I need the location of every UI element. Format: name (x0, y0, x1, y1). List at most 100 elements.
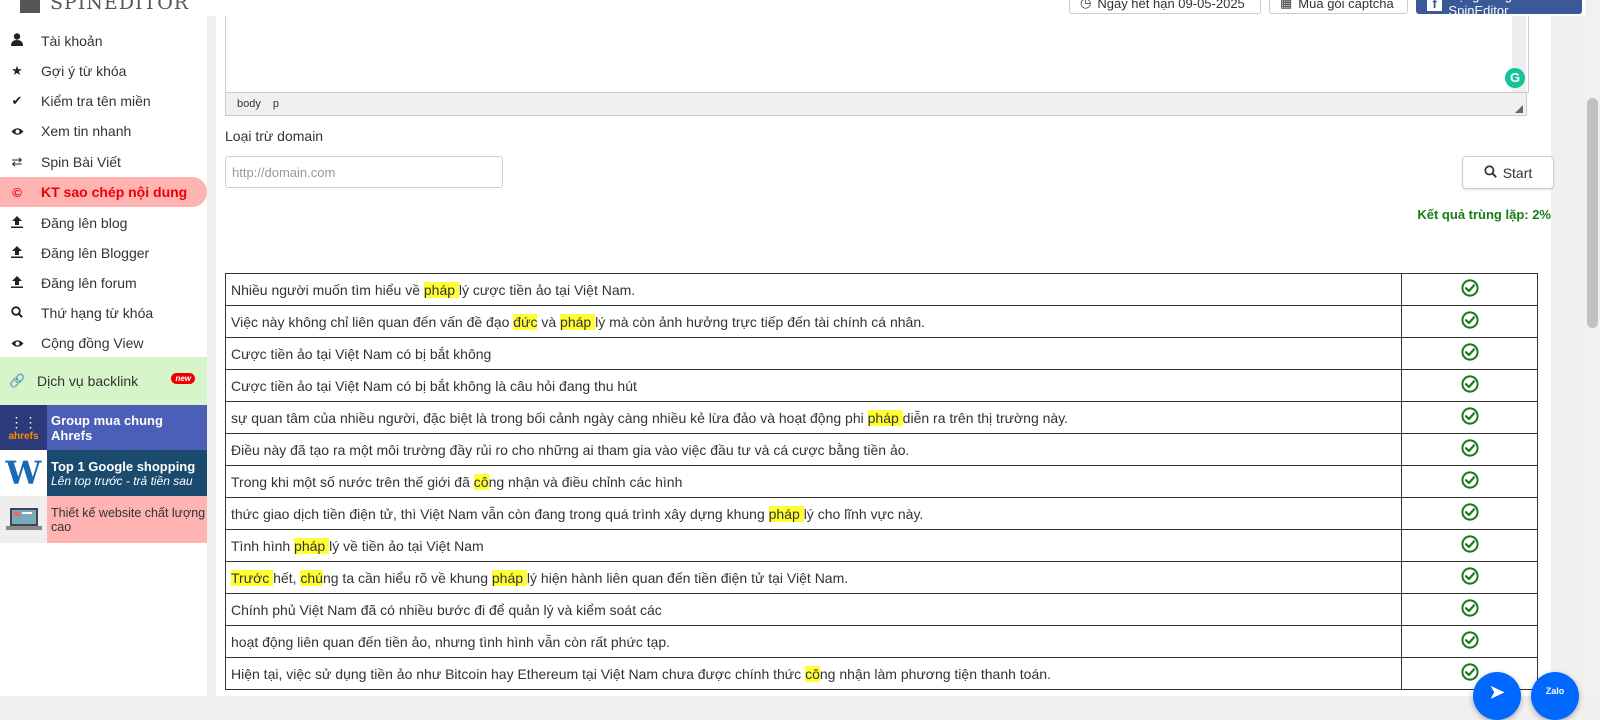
upload-icon (9, 215, 25, 231)
sidebar-item-post-forum[interactable]: Đăng lên forum (0, 268, 207, 298)
check-circle-icon (1460, 567, 1479, 588)
sidebar-item-account[interactable]: Tài khoản (0, 26, 207, 56)
status-tag-body[interactable]: body (237, 98, 261, 110)
check-circle-icon (1460, 663, 1479, 684)
grammarly-icon[interactable]: G (1505, 68, 1525, 88)
sentence-cell: Trước hết, chúng ta cần hiểu rõ về khung… (225, 561, 1402, 594)
eye-icon (9, 124, 25, 139)
expiry-button[interactable]: ◷ Ngày hết hạn 09-05-2025 (1069, 0, 1261, 14)
promo-website-design[interactable]: Thiết kế website chất lượng cao (0, 496, 207, 543)
expiry-label: Ngày hết hạn 09-05-2025 (1097, 0, 1245, 11)
sentence-text: Chính phủ Việt Nam đã có nhiều bước đi đ… (231, 601, 662, 618)
status-cell (1401, 337, 1538, 370)
status-cell (1401, 497, 1538, 530)
qr-icon: ▦ (1280, 0, 1293, 10)
editor-statusbar: body p (225, 92, 1527, 116)
check-circle-icon (1460, 343, 1479, 364)
highlighted-phrase: Trước (231, 569, 274, 586)
sidebar: Tài khoản ★ Gợi ý từ khóa ✔ Kiểm tra tên… (0, 16, 207, 696)
table-row: Trước hết, chúng ta cần hiểu rõ về khung… (225, 561, 1538, 594)
promo-ahrefs[interactable]: ⋮⋮ ahrefs Group mua chung Ahrefs (0, 405, 207, 450)
facebook-icon: f (1427, 0, 1443, 11)
highlighted-phrase: cô (473, 473, 489, 490)
sidebar-item-label: Đăng lên Blogger (41, 245, 150, 261)
sidebar-item-copy-check[interactable]: © KT sao chép nội dung (0, 177, 207, 207)
status-tag-p[interactable]: p (273, 98, 279, 110)
community-button[interactable]: f Cộng đồng SpinEditor (1416, 0, 1582, 18)
status-cell (1401, 401, 1538, 434)
search-icon (9, 305, 25, 321)
page-scrollbar-thumb[interactable] (1587, 98, 1598, 328)
sidebar-item-keyword-rank[interactable]: Thứ hạng từ khóa (0, 298, 207, 328)
resize-handle-icon[interactable] (1515, 105, 1523, 113)
upload-icon (9, 245, 25, 261)
domain-input[interactable] (225, 156, 503, 188)
check-circle-icon (1460, 535, 1479, 556)
sentence-text: hoạt động liên quan đến tiền ảo, nhưng t… (231, 633, 671, 650)
highlighted-phrase: chú (300, 569, 323, 586)
table-row: Hiện tại, việc sử dụng tiền ảo như Bitco… (225, 657, 1538, 690)
sidebar-item-label: Tài khoản (41, 33, 103, 49)
table-row: Trong khi một số nước trên thế giới đã c… (225, 465, 1538, 498)
promo-google-shopping[interactable]: W Top 1 Google shopping Lên top trước - … (0, 450, 207, 496)
sentence-cell: Tình hình pháp lý về tiền ảo tại Việt Na… (225, 529, 1402, 562)
sentence-text: Hiện tại, việc sử dụng tiền ảo như Bitco… (231, 665, 806, 682)
zalo-button[interactable]: Zalo (1531, 672, 1579, 720)
status-cell (1401, 273, 1538, 306)
start-button[interactable]: Start (1462, 156, 1554, 189)
sentence-cell: Nhiều người muốn tìm hiểu về pháp lý cượ… (225, 273, 1402, 306)
sidebar-item-backlink[interactable]: 🔗 Dịch vụ backlink new (0, 357, 207, 405)
sentence-cell: Điều này đã tạo ra một môi trường đầy rủ… (225, 433, 1402, 466)
sidebar-item-label: KT sao chép nội dung (41, 184, 188, 200)
captcha-button[interactable]: ▦ Mua gói captcha (1269, 0, 1408, 14)
promo-label: Thiết kế website chất lượng cao (51, 505, 206, 534)
sentence-text: Nhiều người muốn tìm hiểu về (231, 281, 424, 298)
sidebar-item-label: Dịch vụ backlink (37, 373, 139, 389)
sidebar-item-keyword-suggest[interactable]: ★ Gợi ý từ khóa (0, 56, 207, 86)
status-cell (1401, 625, 1538, 658)
table-row: hoạt động liên quan đến tiền ảo, nhưng t… (225, 625, 1538, 658)
highlighted-phrase: pháp (423, 281, 459, 298)
table-row: Điều này đã tạo ra một môi trường đầy rủ… (225, 433, 1538, 466)
check-circle-icon (1460, 503, 1479, 524)
sentence-text: Cược tiền ảo tại Việt Nam có bị bắt khôn… (231, 345, 492, 362)
highlighted-phrase: pháp (491, 569, 527, 586)
sidebar-item-post-blogger[interactable]: Đăng lên Blogger (0, 238, 207, 268)
sidebar-item-label: Đăng lên blog (41, 215, 128, 231)
promo-sublabel: Lên top trước - trả tiền sau (51, 473, 193, 488)
sidebar-item-spin[interactable]: ⇄ Spin Bài Viết (0, 147, 207, 177)
sidebar-item-label: Thứ hạng từ khóa (41, 305, 154, 321)
sidebar-item-quick-news[interactable]: Xem tin nhanh (0, 116, 207, 146)
check-circle-icon (1460, 631, 1479, 652)
sidebar-item-community-view[interactable]: Cộng đồng View (0, 328, 207, 358)
results-table: Nhiều người muốn tìm hiểu về pháp lý cượ… (225, 273, 1538, 690)
shuffle-icon: ⇄ (11, 154, 23, 169)
status-cell (1401, 561, 1538, 594)
sentence-text: Cược tiền ảo tại Việt Nam có bị bắt khôn… (231, 377, 637, 394)
check-circle-icon (1460, 279, 1479, 300)
table-row: thức giao dịch tiền điện tử, thì Việt Na… (225, 497, 1538, 530)
status-cell (1401, 465, 1538, 498)
sentence-cell: sự quan tâm của nhiều người, đặc biệt là… (225, 401, 1402, 434)
check-circle-icon (1460, 407, 1479, 428)
highlighted-phrase: pháp (768, 505, 804, 522)
sentence-text: lý về tiền ảo tại Việt Nam (329, 537, 484, 554)
messenger-button[interactable]: ➤ (1473, 672, 1521, 720)
content-editor[interactable]: G (225, 16, 1529, 93)
highlighted-phrase: pháp (294, 537, 330, 554)
table-row: Cược tiền ảo tại Việt Nam có bị bắt khôn… (225, 369, 1538, 402)
sidebar-item-label: Xem tin nhanh (41, 123, 132, 139)
logo[interactable]: SPINEDITOR (20, 0, 189, 14)
sentence-text: ng nhận làm phương tiện thanh toán. (819, 665, 1051, 682)
sentence-cell: Cược tiền ảo tại Việt Nam có bị bắt khôn… (225, 369, 1402, 402)
star-icon: ★ (11, 63, 23, 78)
sentence-cell: Trong khi một số nước trên thế giới đã c… (225, 465, 1402, 498)
sidebar-item-label: Spin Bài Viết (41, 154, 121, 170)
copyright-icon: © (12, 184, 22, 200)
sidebar-item-post-blog[interactable]: Đăng lên blog (0, 208, 207, 238)
sentence-text: và (537, 313, 561, 330)
sentence-text: Tình hình (231, 537, 295, 554)
sidebar-item-domain-check[interactable]: ✔ Kiểm tra tên miền (0, 86, 207, 116)
user-icon (9, 33, 25, 49)
check-circle-icon (1460, 599, 1479, 620)
